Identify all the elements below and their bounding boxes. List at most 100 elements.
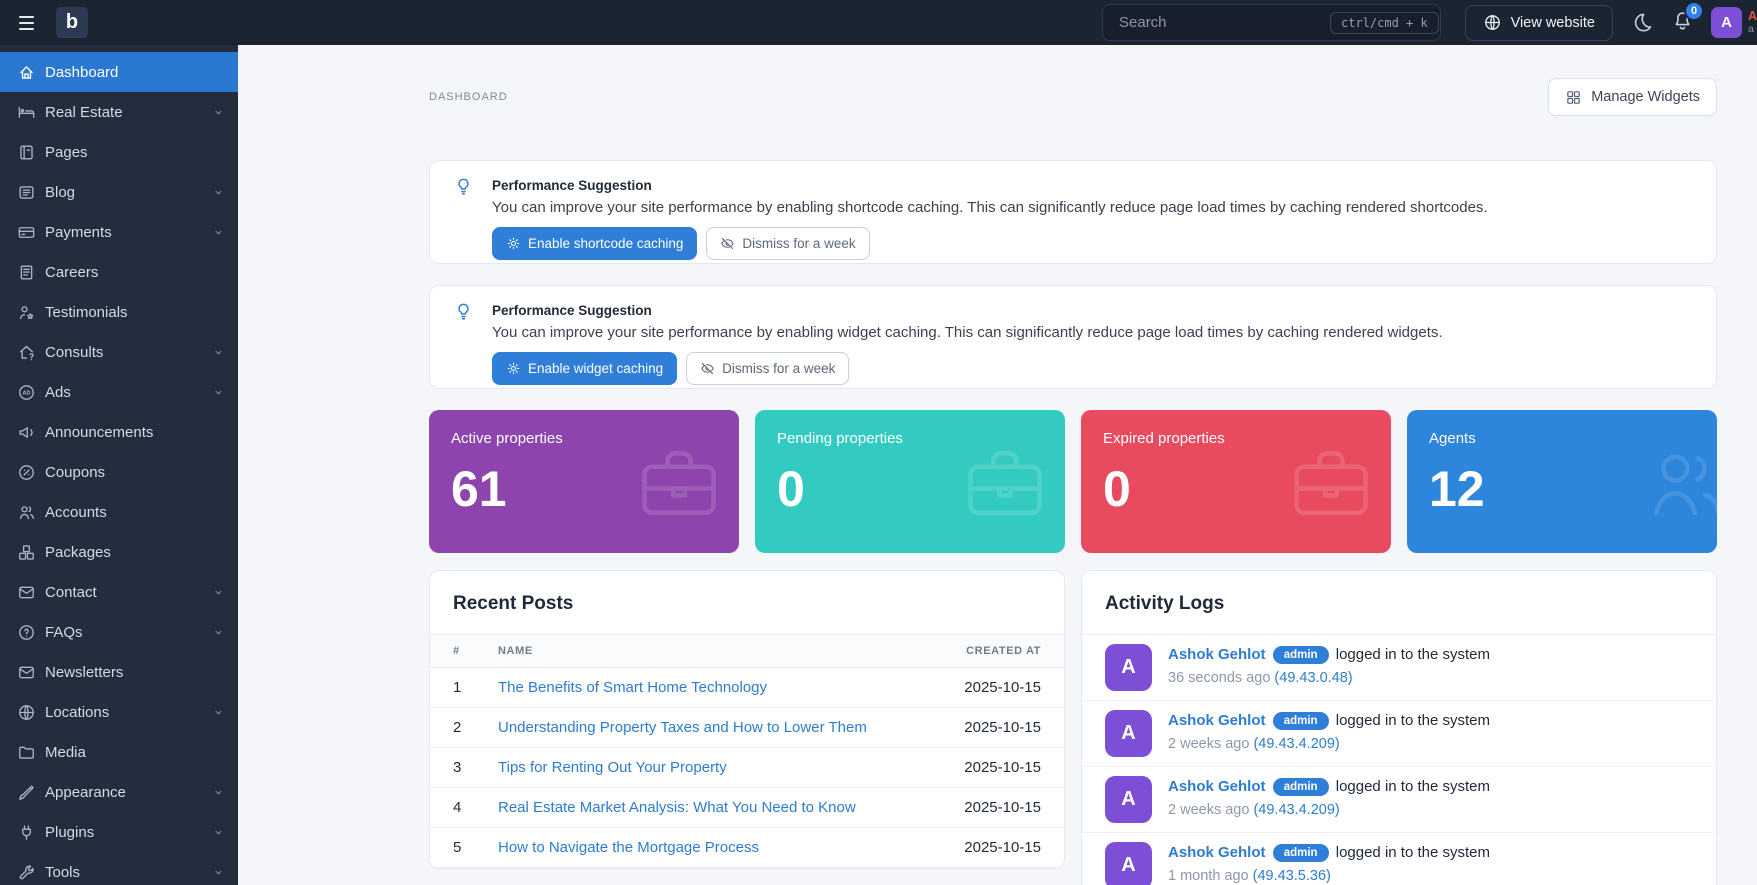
search-shortcut-hint: ctrl/cmd + k: [1330, 12, 1439, 34]
sidebar-item-coupons[interactable]: Coupons: [0, 452, 238, 492]
sidebar-item-announcements[interactable]: Announcements: [0, 412, 238, 452]
chevron-down-icon: [213, 347, 224, 358]
article-icon: [17, 183, 36, 202]
moon-icon[interactable]: [1631, 11, 1654, 34]
sidebar-item-careers[interactable]: Careers: [0, 252, 238, 292]
svg-text:AD: AD: [23, 390, 31, 396]
sidebar-item-ads[interactable]: ADAds: [0, 372, 238, 412]
activity-log-item: AAshok Gehlot admin logged in to the sys…: [1082, 767, 1716, 833]
sidebar-item-packages[interactable]: Packages: [0, 532, 238, 572]
bed-icon: [17, 103, 36, 122]
main-area: DASHBOARD Manage Widgets Performance Sug…: [238, 45, 1757, 885]
briefcase-icon: [1285, 436, 1377, 532]
sidebar-item-label: Pages: [45, 144, 224, 161]
post-link[interactable]: Real Estate Market Analysis: What You Ne…: [498, 799, 856, 816]
top-bar-actions: View website 0 A Aa: [1465, 0, 1757, 45]
chevron-down-icon: [213, 627, 224, 638]
global-search: ctrl/cmd + k: [1102, 4, 1441, 41]
user-link[interactable]: Ashok Gehlot: [1168, 778, 1266, 795]
user-link[interactable]: Ashok Gehlot: [1168, 712, 1266, 729]
post-number: 4: [430, 788, 475, 828]
chevron-down-icon: [213, 187, 224, 198]
briefcase-icon: [633, 436, 725, 532]
activity-ip: (49.43.5.36): [1253, 868, 1331, 884]
activity-log-item: AAshok Gehlot admin logged in to the sys…: [1082, 833, 1716, 885]
menu-icon[interactable]: [19, 12, 41, 34]
notifications-button[interactable]: 0: [1671, 9, 1694, 37]
sidebar-item-label: Testimonials: [45, 304, 224, 321]
sidebar-item-label: Consults: [45, 344, 204, 361]
suggestion-title: Performance Suggestion: [492, 299, 1443, 318]
folder-icon: [17, 743, 36, 762]
user-link[interactable]: Ashok Gehlot: [1168, 844, 1266, 861]
notification-count-badge: 0: [1684, 1, 1704, 21]
sidebar-item-pages[interactable]: Pages: [0, 132, 238, 172]
app-logo[interactable]: b: [56, 7, 88, 38]
globe-icon: [1483, 13, 1502, 32]
top-bar: b ctrl/cmd + k View website 0 A Aa: [0, 0, 1757, 45]
activity-logs-title: Activity Logs: [1082, 571, 1716, 634]
table-row: 2 Understanding Property Taxes and How to…: [430, 708, 1064, 748]
admin-dashboard: b ctrl/cmd + k View website 0 A Aa Dashb…: [0, 0, 1757, 885]
sidebar-item-appearance[interactable]: Appearance: [0, 772, 238, 812]
user-avatar[interactable]: A: [1711, 7, 1742, 38]
credit-card-icon: [17, 223, 36, 242]
post-number: 3: [430, 748, 475, 788]
sidebar-item-contact[interactable]: Contact: [0, 572, 238, 612]
bulb-icon: [453, 301, 474, 322]
layout-grid-icon: [1565, 89, 1582, 106]
sidebar-nav: Dashboard Real Estate Pages BlogPayments Car…: [0, 45, 238, 885]
post-link[interactable]: Tips for Renting Out Your Property: [498, 759, 727, 776]
sidebar-item-locations[interactable]: Locations: [0, 692, 238, 732]
post-number: 2: [430, 708, 475, 748]
column-header-num: #: [430, 635, 475, 668]
sidebar-item-tools[interactable]: Tools: [0, 852, 238, 885]
stat-card-pending-properties: Pending properties 0: [755, 410, 1065, 553]
user-link[interactable]: Ashok Gehlot: [1168, 646, 1266, 663]
notebook-icon: [17, 143, 36, 162]
activity-ip: (49.43.4.209): [1253, 802, 1339, 818]
dismiss-button[interactable]: Dismiss for a week: [686, 352, 849, 385]
sidebar-item-testimonials[interactable]: Testimonials: [0, 292, 238, 332]
post-link[interactable]: The Benefits of Smart Home Technology: [498, 679, 767, 696]
activity-ip: (49.43.0.48): [1274, 670, 1352, 686]
sidebar-item-accounts[interactable]: Accounts: [0, 492, 238, 532]
chevron-down-icon: [213, 867, 224, 878]
sidebar-item-consults[interactable]: Consults: [0, 332, 238, 372]
sidebar-item-faqs[interactable]: FAQs: [0, 612, 238, 652]
stat-card-expired-properties: Expired properties 0: [1081, 410, 1391, 553]
sidebar-item-payments[interactable]: Payments: [0, 212, 238, 252]
activity-log-item: AAshok Gehlot admin logged in to the sys…: [1082, 635, 1716, 701]
activity-time: 2 weeks ago: [1168, 802, 1249, 818]
table-row: 1The Benefits of Smart Home Technology20…: [430, 668, 1064, 708]
sidebar-item-label: Dashboard: [45, 64, 224, 81]
sidebar-item-dashboard[interactable]: Dashboard: [0, 52, 238, 92]
post-link[interactable]: Understanding Property Taxes and How to …: [498, 719, 867, 736]
stat-card-agents: Agents 12: [1407, 410, 1717, 553]
home-icon: [17, 63, 36, 82]
recent-posts-table: # NAME CREATED AT 1The Benefits of Smart…: [430, 634, 1064, 868]
clipped-user-text: Aa: [1748, 10, 1757, 34]
chevron-down-icon: [213, 787, 224, 798]
sidebar-item-label: Coupons: [45, 464, 224, 481]
sidebar-item-label: Locations: [45, 704, 204, 721]
sidebar-item-newsletters[interactable]: Newsletters: [0, 652, 238, 692]
search-input[interactable]: [1103, 5, 1330, 40]
view-website-button[interactable]: View website: [1465, 5, 1613, 41]
sidebar-item-real-estate[interactable]: Real Estate: [0, 92, 238, 132]
enable-widget-caching-button[interactable]: Enable widget caching: [492, 352, 677, 385]
sidebar-item-blog[interactable]: Blog: [0, 172, 238, 212]
post-link[interactable]: How to Navigate the Mortgage Process: [498, 839, 759, 856]
manage-widgets-button[interactable]: Manage Widgets: [1548, 78, 1717, 116]
avatar: A: [1105, 776, 1152, 823]
post-created-at: 2025-10-15: [930, 748, 1064, 788]
sidebar-item-media[interactable]: Media: [0, 732, 238, 772]
view-website-label: View website: [1511, 15, 1595, 31]
sidebar-item-label: Careers: [45, 264, 224, 281]
news-icon: [17, 263, 36, 282]
dismiss-button[interactable]: Dismiss for a week: [706, 227, 869, 260]
performance-suggestion-card: Performance Suggestion You can improve y…: [429, 160, 1717, 264]
eye-off-icon: [720, 236, 735, 251]
sidebar-item-plugins[interactable]: Plugins: [0, 812, 238, 852]
enable-shortcode-caching-button[interactable]: Enable shortcode caching: [492, 227, 697, 260]
